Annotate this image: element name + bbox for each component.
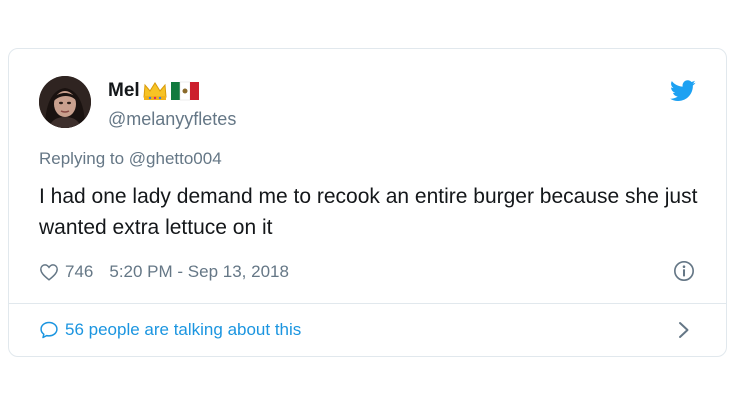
crown-emoji (142, 80, 168, 102)
heart-icon[interactable] (39, 263, 59, 281)
divider (9, 303, 726, 304)
like-count[interactable]: 746 (65, 262, 93, 282)
tweet-meta-row: 746 5:20 PM - Sep 13, 2018 (39, 259, 289, 285)
conversation-link[interactable]: 56 people are talking about this (39, 317, 301, 343)
avatar[interactable] (39, 76, 91, 128)
info-icon[interactable] (673, 260, 695, 282)
mexico-flag-emoji (170, 80, 200, 102)
tweet-timestamp[interactable]: 5:20 PM - Sep 13, 2018 (109, 262, 289, 282)
conversation-label[interactable]: 56 people are talking about this (65, 320, 301, 340)
speech-bubble-icon (40, 321, 58, 339)
avatar-image (39, 76, 91, 128)
replying-to-text[interactable]: Replying to @ghetto004 (39, 149, 222, 169)
author-name-row[interactable]: Mel (108, 78, 200, 104)
display-name[interactable]: Mel (108, 80, 140, 102)
tweet-card[interactable]: Mel @melanyyfletes Replying to @ghetto00… (8, 48, 727, 357)
author-handle[interactable]: @melanyyfletes (108, 109, 236, 130)
chevron-right-icon[interactable] (678, 321, 690, 339)
twitter-bird-icon[interactable] (670, 80, 696, 102)
tweet-text: I had one lady demand me to recook an en… (39, 185, 698, 239)
